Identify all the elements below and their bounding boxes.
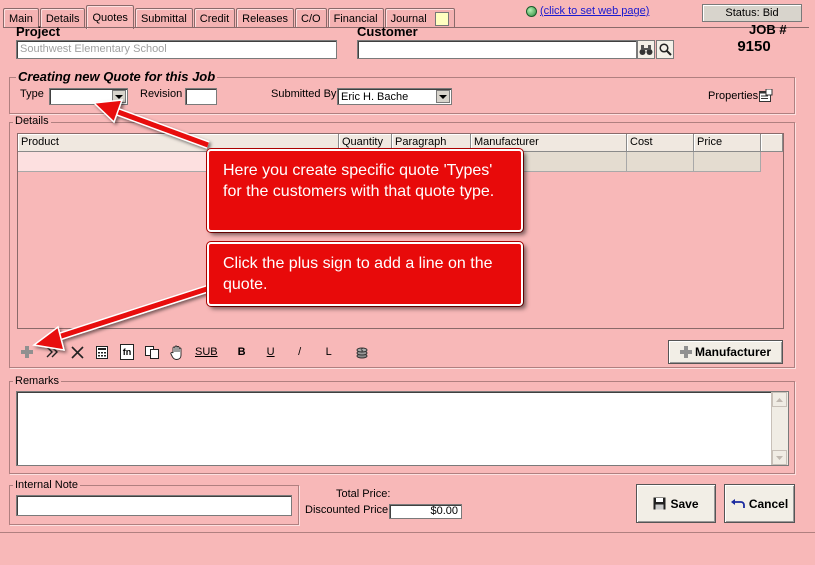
- internal-note-field[interactable]: [16, 495, 292, 516]
- tab-label: Details: [45, 12, 80, 25]
- l-button[interactable]: L: [322, 344, 336, 360]
- delete-icon[interactable]: [70, 344, 84, 360]
- callout-quote-types: Here you create specific quote 'Types' f…: [207, 149, 523, 232]
- tab-label: Releases: [242, 12, 288, 25]
- undo-arrow-icon: [730, 498, 745, 508]
- web-page-link-label: (click to set web page): [540, 5, 650, 17]
- plus-icon: [679, 346, 692, 358]
- callout-add-line: Click the plus sign to add a line on the…: [207, 242, 523, 306]
- remarks-textarea[interactable]: [16, 391, 789, 466]
- scroll-down-icon[interactable]: [772, 450, 787, 465]
- project-label: Project: [16, 24, 61, 39]
- svg-text:$: $: [360, 348, 363, 354]
- quote-header-title: Creating new Quote for this Job: [16, 69, 218, 84]
- remarks-scrollbar[interactable]: [771, 392, 788, 465]
- tab-label: Submittal: [140, 12, 187, 25]
- calculator-icon[interactable]: [95, 344, 109, 360]
- project-field[interactable]: Southwest Elementary School: [16, 40, 337, 59]
- details-toolbar: fn SUB B U / L $: [20, 343, 380, 361]
- chevron-down-icon[interactable]: [112, 90, 126, 103]
- total-price-label: Total Price:: [336, 488, 391, 500]
- discounted-price-field[interactable]: $0.00: [389, 504, 462, 519]
- tab-releases[interactable]: Releases: [236, 8, 294, 28]
- column-header-price[interactable]: Price: [694, 134, 761, 152]
- bold-button[interactable]: B: [235, 344, 249, 360]
- tab-quotes[interactable]: Quotes: [86, 5, 134, 29]
- bottom-divider: [0, 532, 815, 533]
- tab-label: Quotes: [92, 11, 128, 24]
- customer-label: Customer: [357, 24, 418, 39]
- tab-credit[interactable]: Credit: [193, 8, 236, 28]
- type-label: Type: [20, 88, 44, 100]
- search-icon[interactable]: [656, 40, 674, 59]
- tab-label: Credit: [199, 12, 230, 25]
- globe-icon: [526, 5, 537, 17]
- chevron-down-icon[interactable]: [436, 90, 450, 103]
- column-header-cost[interactable]: Cost: [627, 134, 694, 152]
- save-button[interactable]: Save: [636, 484, 716, 523]
- internal-note-label: Internal Note: [13, 479, 80, 491]
- tab-submittal[interactable]: Submittal: [134, 8, 193, 28]
- journal-note-icon: [434, 11, 449, 26]
- type-select[interactable]: [49, 88, 128, 105]
- customer-field[interactable]: [357, 40, 637, 59]
- remarks-label: Remarks: [13, 375, 62, 387]
- add-manufacturer-label: Manufacturer: [694, 345, 771, 359]
- tab-label: Journal: [390, 12, 427, 25]
- scroll-up-icon[interactable]: [772, 392, 787, 407]
- add-line-icon[interactable]: [20, 344, 34, 360]
- tab-label: Main: [9, 12, 33, 25]
- cancel-button[interactable]: Cancel: [724, 484, 795, 523]
- revision-field[interactable]: [185, 88, 217, 105]
- submitted-by-select[interactable]: Eric H. Bache: [337, 88, 452, 105]
- binoculars-icon[interactable]: [637, 40, 655, 59]
- function-icon[interactable]: fn: [120, 344, 134, 360]
- hand-icon[interactable]: [170, 344, 184, 360]
- underline-button[interactable]: U: [264, 344, 278, 360]
- cancel-button-label: Cancel: [748, 496, 789, 511]
- italic-button[interactable]: /: [293, 344, 307, 360]
- properties-link[interactable]: Properties: [708, 90, 758, 102]
- indent-icon[interactable]: [45, 344, 59, 360]
- table-cell[interactable]: [694, 152, 761, 172]
- money-icon[interactable]: $: [355, 344, 369, 360]
- tab-co[interactable]: C/O: [295, 8, 327, 28]
- floppy-disk-icon: [653, 497, 666, 510]
- submitted-by-label: Submitted By: [271, 88, 337, 100]
- status-badge: Status: Bid: [702, 4, 802, 22]
- properties-icon[interactable]: [759, 88, 773, 102]
- sub-button[interactable]: SUB: [195, 344, 218, 360]
- web-page-link[interactable]: (click to set web page): [526, 5, 649, 17]
- save-button-label: Save: [670, 496, 699, 511]
- tab-label: C/O: [301, 12, 321, 25]
- revision-label: Revision: [140, 88, 183, 100]
- submitted-by-value: Eric H. Bache: [341, 91, 409, 103]
- column-header-spacer: [761, 134, 783, 152]
- job-number: 9150: [737, 38, 771, 55]
- details-label: Details: [13, 115, 51, 127]
- copy-icon[interactable]: [145, 344, 159, 360]
- discounted-price-label: Discounted Price:: [305, 504, 392, 516]
- add-manufacturer-button[interactable]: Manufacturer: [668, 340, 783, 364]
- table-cell[interactable]: [627, 152, 694, 172]
- job-number-label: JOB #: [749, 22, 787, 37]
- tab-label: Financial: [333, 12, 378, 25]
